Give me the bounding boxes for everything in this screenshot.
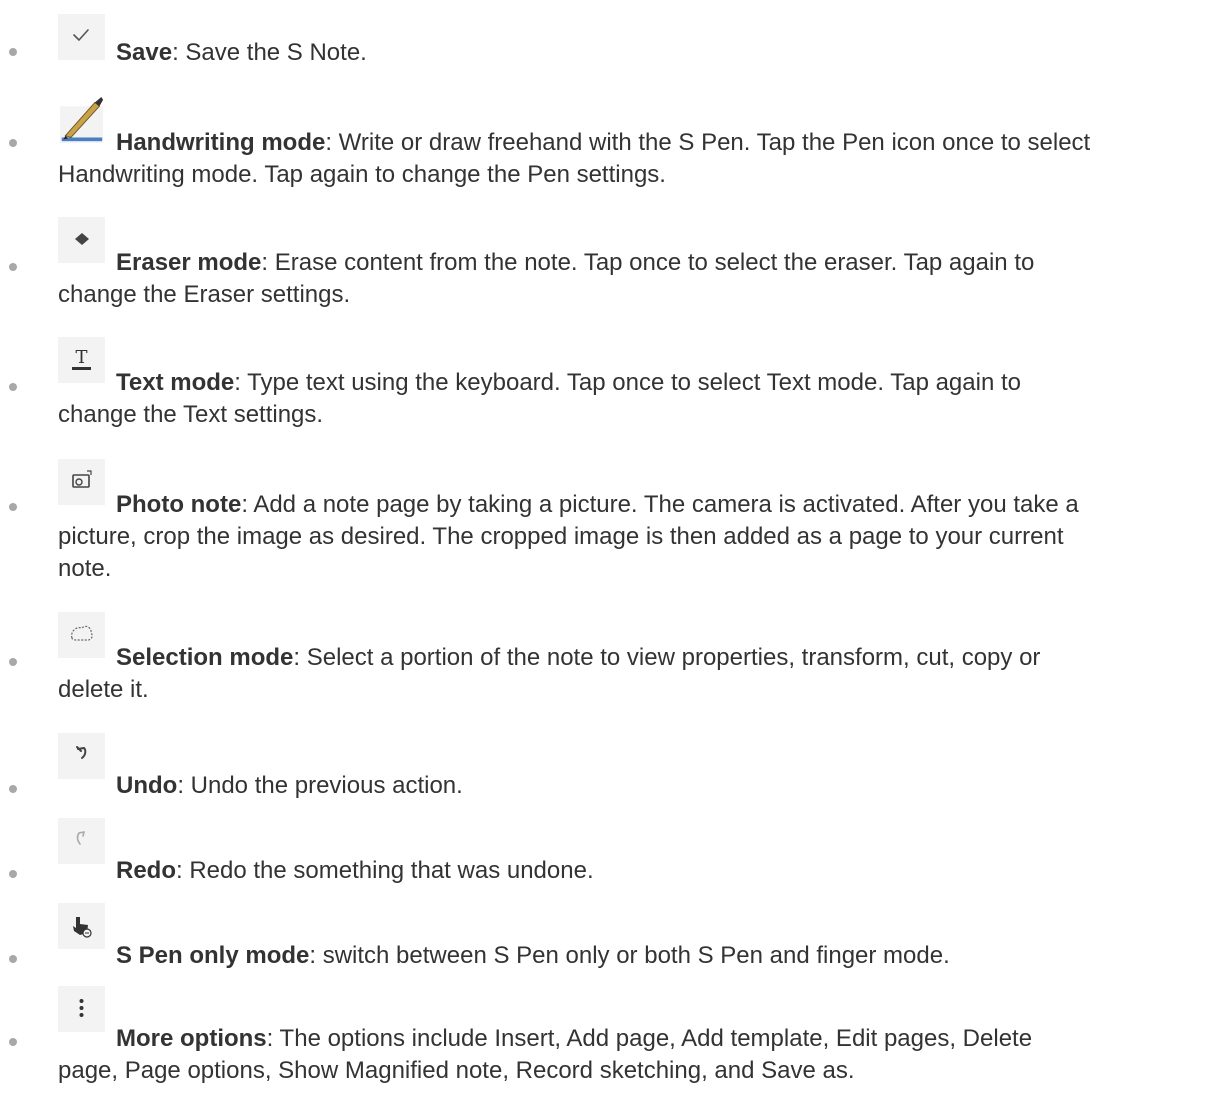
bullet [9,1038,17,1046]
text-icon: T [58,337,105,383]
eraser-icon [58,217,105,263]
camera-icon [58,459,105,505]
checkmark-icon [58,14,105,60]
item-term: Eraser mode [116,249,262,276]
bullet [9,139,17,147]
bullet [9,48,17,56]
bullet [9,870,17,878]
bullet [9,263,17,271]
item-description: : Save the S Note. [172,39,367,66]
item-term: More options [116,1025,267,1052]
item-term: Redo [116,857,176,884]
item-description-continued: change the Eraser settings. [58,281,351,308]
item-description-continued: delete it. [58,676,149,703]
item-description: : Undo the previous action. [177,772,463,799]
item-term: Text mode [116,369,235,396]
svg-text:T: T [75,347,87,368]
item-description: : switch between S Pen only or both S Pe… [309,942,950,969]
bullet [9,955,17,963]
more-options-icon [58,986,105,1032]
item-description-continued: Handwriting mode. Tap again to change th… [58,161,666,188]
item-description: : Select a portion of the note to view p… [293,644,1041,671]
item-description-continued: change the Text settings. [58,401,324,428]
item-description: : Add a note page by taking a picture. T… [241,491,1079,518]
item-description: : Erase content from the note. Tap once … [261,249,1035,276]
item-description-continued: page, Page options, Show Magnified note,… [58,1057,855,1084]
bullet [9,503,17,511]
pen-icon [58,97,105,147]
item-description: : Write or draw freehand with the S Pen.… [325,129,1091,156]
redo-icon [58,818,105,864]
item-term: Handwriting mode [116,129,326,156]
bullet [9,383,17,391]
item-term: Selection mode [116,644,294,671]
item-term: Undo [116,772,178,799]
bullet [9,658,17,666]
bullet [9,785,17,793]
item-term: Photo note [116,491,242,518]
lasso-icon [58,612,105,658]
undo-icon [58,733,105,779]
item-description-continued: picture, crop the image as desired. The … [58,523,1064,550]
item-term: Save [116,39,173,66]
item-description-continued: note. [58,555,112,582]
item-description: : Type text using the keyboard. Tap once… [234,369,1021,396]
pen-only-icon [58,903,105,949]
item-description: : Redo the something that was undone. [176,857,594,884]
item-description: : The options include Insert, Add page, … [266,1025,1033,1052]
item-term: S Pen only mode [116,942,310,969]
